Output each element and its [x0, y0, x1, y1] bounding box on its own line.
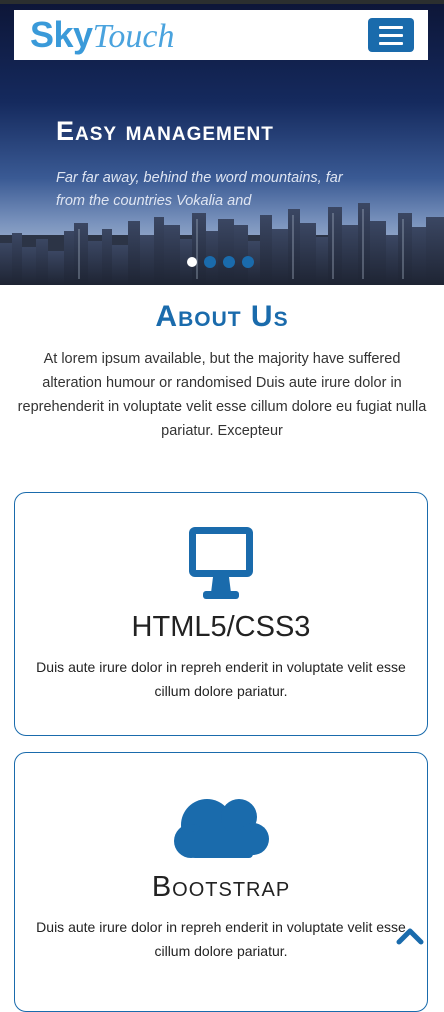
chevron-up-icon[interactable]	[396, 924, 424, 946]
slider-dot-1[interactable]	[187, 257, 197, 267]
slider-dot-2[interactable]	[204, 256, 216, 268]
monitor-icon	[189, 527, 253, 599]
hero-slider: SkyTouch Easy management Far far away, b…	[0, 4, 444, 285]
slider-dot-4[interactable]	[242, 256, 254, 268]
feature-text: Duis aute irure dolor in repreh enderit …	[36, 919, 406, 959]
hamburger-icon-line	[379, 41, 403, 45]
navbar: SkyTouch	[14, 10, 428, 60]
feature-text: Duis aute irure dolor in repreh enderit …	[36, 659, 406, 699]
feature-card-bootstrap: Bootstrap Duis aute irure dolor in repre…	[14, 752, 428, 1012]
logo-touch: Touch	[92, 18, 175, 55]
about-title: About Us	[155, 300, 289, 333]
slider-dots	[187, 256, 254, 268]
about-text: At lorem ipsum available, but the majori…	[17, 351, 427, 439]
menu-toggle-button[interactable]	[368, 18, 414, 52]
logo-sky: Sky	[30, 14, 93, 55]
hero-text: Far far away, behind the word mountains,…	[56, 170, 343, 209]
hero-title: Easy management	[56, 116, 274, 146]
hamburger-icon	[379, 25, 403, 29]
slider-dot-3[interactable]	[223, 256, 235, 268]
hamburger-icon-line	[379, 33, 403, 37]
feature-title: Bootstrap	[151, 871, 291, 903]
feature-card-html5: HTML5/CSS3 Duis aute irure dolor in repr…	[14, 492, 428, 736]
site-logo[interactable]: SkyTouch	[30, 14, 174, 56]
feature-title: HTML5/CSS3	[131, 611, 311, 643]
cloud-icon	[174, 799, 269, 858]
